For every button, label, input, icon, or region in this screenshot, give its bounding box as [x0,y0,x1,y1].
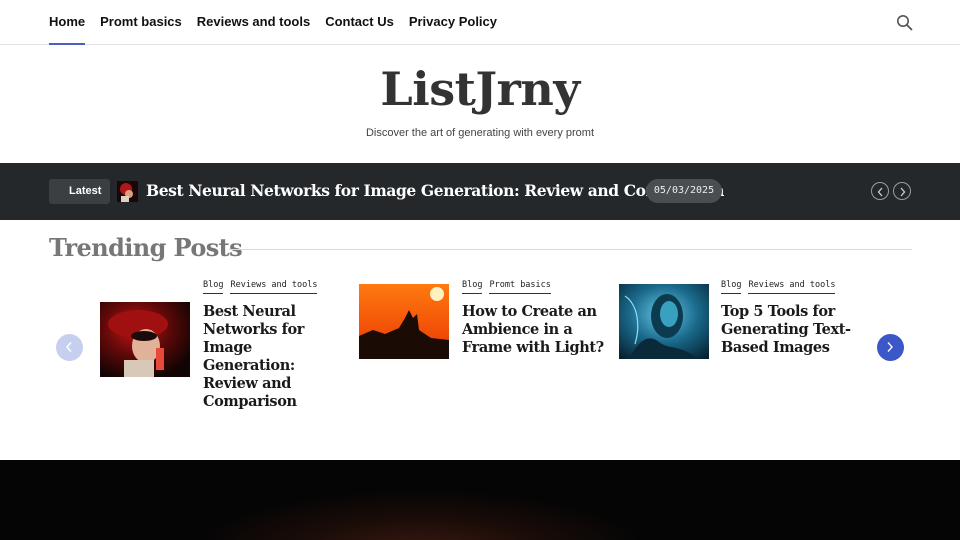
post-title[interactable]: Best Neural Networks for Image Generatio… [203,303,348,411]
chevron-right-icon [887,342,893,352]
tag-link[interactable]: Promt basics [489,280,551,294]
tag-link[interactable]: Reviews and tools [748,280,836,294]
ticker-prev-button[interactable] [871,182,889,200]
ticker-post-title[interactable]: Best Neural Networks for Image Generatio… [146,181,724,200]
chevron-right-icon [900,187,906,197]
nav-item-contact-us[interactable]: Contact Us [325,0,394,45]
nav-item-promt-basics[interactable]: Promt basics [100,0,182,45]
post-thumbnail[interactable] [100,302,190,377]
chevron-left-icon [877,187,883,197]
ticker-thumbnail[interactable] [117,181,138,202]
ticker-next-button[interactable] [893,182,911,200]
post-tags: Blog Promt basics [462,280,551,294]
site-tagline: Discover the art of generating with ever… [365,127,595,139]
carousel-prev-button[interactable] [56,334,83,361]
chevron-left-icon [66,342,72,352]
post-title[interactable]: How to Create an Ambience in a Frame wit… [462,303,607,357]
post-thumbnail[interactable] [619,284,709,359]
tag-link[interactable]: Blog [203,280,224,294]
section-divider [229,249,912,250]
tag-link[interactable]: Reviews and tools [230,280,318,294]
tag-link[interactable]: Blog [462,280,483,294]
post-tags: Blog Reviews and tools [203,280,318,294]
carousel-next-button[interactable] [877,334,904,361]
search-icon[interactable] [896,14,913,31]
featured-hero-image[interactable] [0,460,960,540]
latest-badge: Latest [49,179,110,204]
top-navigation: Home Promt basics Reviews and tools Cont… [0,0,960,45]
nav-item-reviews-and-tools[interactable]: Reviews and tools [197,0,310,45]
nav-item-privacy-policy[interactable]: Privacy Policy [409,0,497,45]
post-tags: Blog Reviews and tools [721,280,836,294]
nav-item-home[interactable]: Home [49,0,86,45]
nav-menu: Home Promt basics Reviews and tools Cont… [49,0,497,45]
ticker-post-date: 05/03/2025 [646,179,722,203]
trending-posts-heading: Trending Posts [49,233,243,262]
post-title[interactable]: Top 5 Tools for Generating Text-Based Im… [721,303,861,357]
site-title[interactable]: ListJrny [0,62,960,116]
post-thumbnail[interactable] [359,284,449,359]
tag-link[interactable]: Blog [721,280,742,294]
